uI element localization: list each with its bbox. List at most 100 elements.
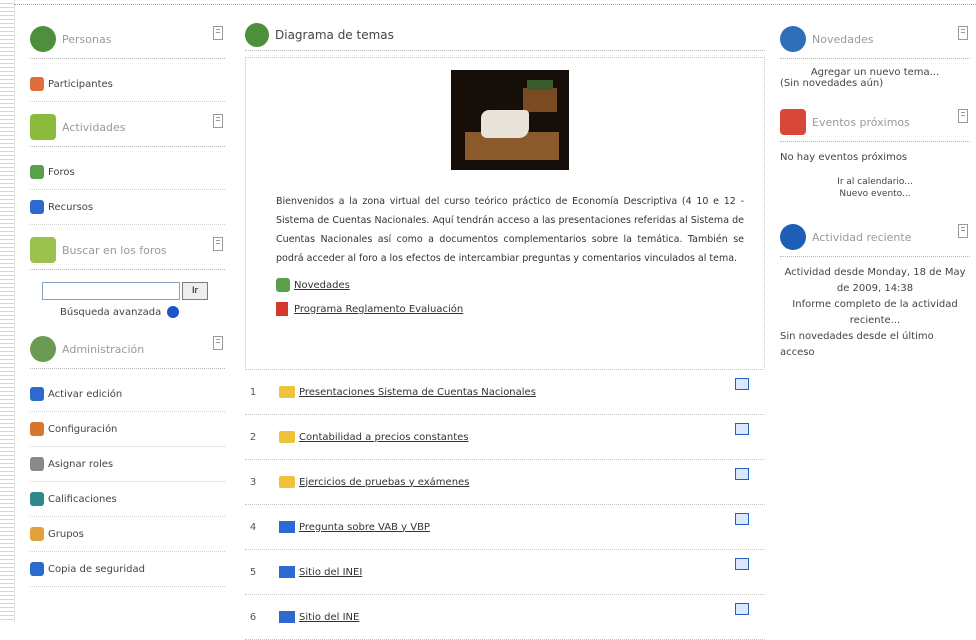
show-only-topic-icon[interactable] bbox=[735, 423, 749, 435]
hide-block-icon[interactable] bbox=[213, 26, 223, 40]
settings-icon bbox=[30, 422, 44, 436]
no-news-since-text: Sin novedades desde el último acceso bbox=[780, 331, 934, 358]
link-participantes[interactable]: Participantes bbox=[30, 67, 225, 102]
block-title-buscar: Buscar en los foros bbox=[62, 243, 167, 257]
admin-item[interactable]: Calificaciones bbox=[30, 482, 225, 517]
admin-item[interactable]: Activar edición bbox=[30, 377, 225, 412]
block-title-personas: Personas bbox=[62, 32, 112, 46]
topic-link[interactable]: Sitio del INE bbox=[299, 612, 359, 623]
admin-item-label: Configuración bbox=[48, 423, 118, 435]
topic-number: 2 bbox=[249, 431, 257, 443]
admin-item[interactable]: Asignar roles bbox=[30, 447, 225, 482]
advanced-search: Búsqueda avanzada bbox=[60, 306, 225, 318]
block-novedades: Novedades bbox=[780, 20, 970, 59]
course-icon bbox=[245, 23, 269, 47]
search-forums-icon bbox=[30, 237, 56, 263]
forum-topic-icon bbox=[279, 521, 295, 533]
topic-link[interactable]: Contabilidad a precios constantes bbox=[299, 432, 469, 443]
admin-item-label: Asignar roles bbox=[48, 458, 114, 470]
topic-link[interactable]: Presentaciones Sistema de Cuentas Nacion… bbox=[299, 387, 536, 398]
hide-block-icon[interactable] bbox=[213, 237, 223, 251]
admin-item[interactable]: Configuración bbox=[30, 412, 225, 447]
search-row: Ir bbox=[42, 282, 225, 300]
go-calendar-link[interactable]: Ir al calendario... bbox=[780, 176, 970, 188]
topic-number: 1 bbox=[249, 386, 257, 398]
topic-link[interactable]: Sitio del INEI bbox=[299, 567, 362, 578]
topic-row: 6 Sitio del INE bbox=[245, 595, 765, 640]
news-icon bbox=[780, 26, 806, 52]
new-event-link[interactable]: Nuevo evento... bbox=[780, 188, 970, 200]
admin-item-label: Copia de seguridad bbox=[48, 563, 145, 575]
image-book bbox=[523, 88, 557, 112]
pdf-icon bbox=[276, 302, 288, 316]
block-actividades: Actividades bbox=[30, 108, 225, 147]
hide-block-icon[interactable] bbox=[958, 109, 968, 123]
hide-block-icon[interactable] bbox=[958, 224, 968, 238]
right-column: Novedades Agregar un nuevo tema... (Sin … bbox=[780, 20, 970, 361]
link-recursos[interactable]: Recursos bbox=[30, 190, 225, 225]
admin-item-label: Calificaciones bbox=[48, 493, 117, 505]
calendar-icon bbox=[780, 109, 806, 135]
activity-since-text: Actividad desde Monday, 18 de May de 200… bbox=[784, 267, 966, 294]
hide-block-icon[interactable] bbox=[213, 114, 223, 128]
block-personas: Personas bbox=[30, 20, 225, 59]
image-book-top bbox=[527, 80, 553, 90]
welcome-text: Bienvenidos a la zona virtual del curso … bbox=[276, 196, 744, 264]
novedades-link-text[interactable]: Novedades bbox=[294, 280, 350, 291]
backup-icon bbox=[30, 562, 44, 576]
hide-block-icon[interactable] bbox=[213, 336, 223, 350]
admin-item[interactable]: Grupos bbox=[30, 517, 225, 552]
participantes-label: Participantes bbox=[48, 78, 113, 90]
foros-label: Foros bbox=[48, 166, 75, 178]
admin-item-label: Activar edición bbox=[48, 388, 123, 400]
topic-link[interactable]: Ejercicios de pruebas y exámenes bbox=[299, 477, 469, 488]
search-button[interactable]: Ir bbox=[182, 282, 208, 300]
full-report-link[interactable]: Informe completo de la actividad recient… bbox=[780, 297, 970, 329]
admin-item[interactable]: Copia de seguridad bbox=[30, 552, 225, 587]
advanced-search-link[interactable]: Búsqueda avanzada bbox=[60, 307, 161, 318]
search-input[interactable] bbox=[42, 282, 180, 300]
block-title-actividad: Actividad reciente bbox=[812, 230, 912, 244]
topic-row: 2 Contabilidad a precios constantes bbox=[245, 415, 765, 460]
folder-icon bbox=[279, 476, 295, 488]
forum-icon bbox=[276, 278, 290, 292]
novedades-link[interactable]: Novedades bbox=[276, 278, 744, 292]
edit-icon bbox=[30, 387, 44, 401]
topic-row: 5 Sitio del INEI bbox=[245, 550, 765, 595]
topic-link[interactable]: Pregunta sobre VAB y VBP bbox=[299, 522, 430, 533]
web-link-icon bbox=[279, 566, 295, 578]
show-only-topic-icon[interactable] bbox=[735, 558, 749, 570]
add-topic-link[interactable]: Agregar un nuevo tema... bbox=[780, 67, 970, 78]
topic-row: 4 Pregunta sobre VAB y VBP bbox=[245, 505, 765, 550]
show-only-topic-icon[interactable] bbox=[735, 603, 749, 615]
block-title-novedades: Novedades bbox=[812, 32, 874, 46]
hide-block-icon[interactable] bbox=[958, 26, 968, 40]
link-foros[interactable]: Foros bbox=[30, 155, 225, 190]
help-icon[interactable] bbox=[167, 306, 180, 318]
resources-icon bbox=[30, 200, 44, 214]
block-title-admin: Administración bbox=[62, 342, 145, 356]
left-column: Personas Participantes Actividades Foros… bbox=[30, 20, 225, 587]
show-only-topic-icon[interactable] bbox=[735, 468, 749, 480]
show-only-topic-icon[interactable] bbox=[735, 513, 749, 525]
grades-icon bbox=[30, 492, 44, 506]
topic-number: 3 bbox=[249, 476, 257, 488]
show-only-topic-icon[interactable] bbox=[735, 378, 749, 390]
event-links: Ir al calendario... Nuevo evento... bbox=[780, 176, 970, 200]
forum-icon bbox=[30, 165, 44, 179]
web-link-icon bbox=[279, 611, 295, 623]
admin-item-label: Grupos bbox=[48, 528, 84, 540]
groups-icon bbox=[30, 527, 44, 541]
block-eventos: Eventos próximos bbox=[780, 103, 970, 142]
participants-icon bbox=[30, 77, 44, 91]
info-icon bbox=[780, 224, 806, 250]
programa-link-text[interactable]: Programa Reglamento Evaluación bbox=[294, 304, 463, 315]
activities-icon bbox=[30, 114, 56, 140]
recursos-label: Recursos bbox=[48, 201, 94, 213]
left-ruler bbox=[0, 0, 15, 622]
people-icon bbox=[30, 26, 56, 52]
center-column: Diagrama de temas Bienvenidos a la zona … bbox=[245, 20, 765, 640]
topic-number: 5 bbox=[249, 566, 257, 578]
block-admin: Administración bbox=[30, 330, 225, 369]
programa-link[interactable]: Programa Reglamento Evaluación bbox=[276, 302, 744, 316]
